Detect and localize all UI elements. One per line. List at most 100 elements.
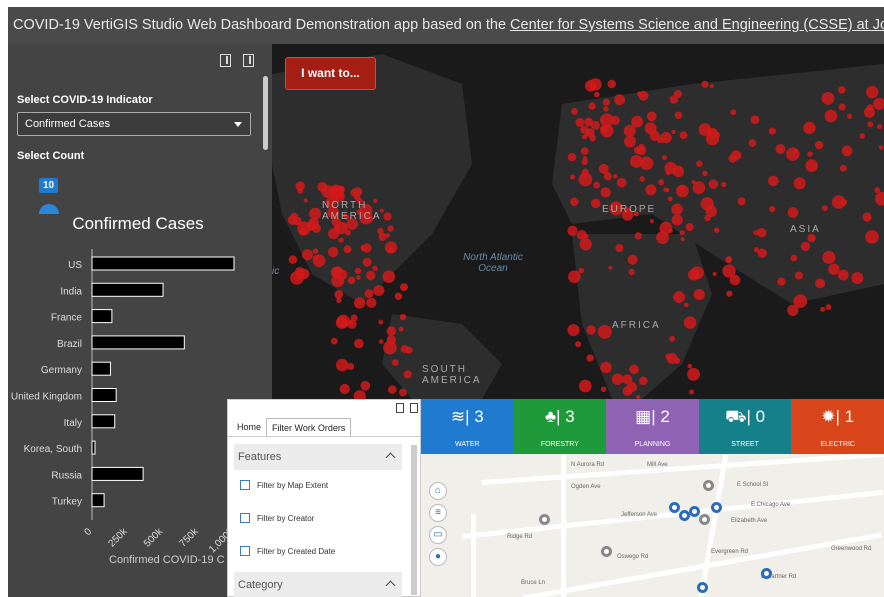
case-marker[interactable] [330, 266, 343, 278]
case-marker[interactable] [353, 297, 366, 309]
case-marker[interactable] [578, 267, 585, 274]
header-link[interactable]: Center for Systems Science and Engineeri… [510, 17, 884, 33]
collapse-icon[interactable] [396, 403, 404, 413]
case-marker[interactable] [878, 145, 884, 150]
case-marker[interactable] [611, 373, 624, 385]
checkbox[interactable] [240, 513, 250, 523]
case-marker[interactable] [669, 335, 676, 342]
case-marker[interactable] [360, 380, 371, 391]
work-order-pin[interactable] [761, 568, 772, 579]
case-marker[interactable] [803, 121, 816, 135]
case-marker[interactable] [644, 122, 657, 135]
case-marker[interactable] [328, 228, 340, 240]
case-marker[interactable] [590, 120, 600, 130]
case-marker[interactable] [360, 244, 368, 252]
case-marker[interactable] [301, 249, 313, 261]
case-marker[interactable] [582, 156, 588, 161]
layers-icon[interactable]: ≡ [429, 504, 447, 522]
case-marker[interactable] [846, 113, 853, 119]
tile-street[interactable]: ⛟| 0 STREET [698, 399, 792, 454]
case-marker[interactable] [570, 174, 576, 180]
case-marker[interactable] [839, 164, 847, 172]
case-marker[interactable] [821, 91, 835, 105]
case-marker[interactable] [671, 203, 683, 216]
case-marker[interactable] [841, 145, 853, 157]
tile-planning[interactable]: ▦| 2 PLANNING [606, 399, 699, 454]
case-marker[interactable] [602, 98, 610, 106]
case-marker[interactable] [312, 254, 326, 267]
case-marker[interactable] [668, 228, 673, 233]
case-marker[interactable] [405, 346, 413, 354]
case-marker[interactable] [329, 184, 343, 199]
case-marker[interactable] [702, 170, 708, 177]
case-marker[interactable] [339, 383, 350, 395]
case-marker[interactable] [399, 313, 407, 321]
case-marker[interactable] [687, 363, 693, 369]
case-marker[interactable] [851, 271, 864, 284]
case-marker[interactable] [336, 297, 342, 303]
case-marker[interactable] [615, 243, 624, 253]
case-marker[interactable] [636, 91, 643, 97]
case-marker[interactable] [386, 335, 397, 345]
case-marker[interactable] [308, 217, 319, 229]
tab-home[interactable]: Home [232, 418, 266, 437]
case-marker[interactable] [709, 84, 714, 89]
case-marker[interactable] [327, 246, 339, 258]
case-marker[interactable] [600, 361, 612, 374]
case-marker[interactable] [387, 225, 394, 232]
case-marker[interactable] [366, 270, 376, 281]
case-marker[interactable] [578, 379, 592, 393]
case-marker[interactable] [662, 155, 667, 161]
case-marker[interactable] [786, 147, 800, 161]
features-accordion[interactable]: Features [234, 444, 402, 470]
case-marker[interactable] [768, 175, 779, 187]
case-marker[interactable] [288, 255, 298, 264]
case-marker[interactable] [676, 184, 689, 198]
case-marker[interactable] [769, 206, 776, 213]
case-marker[interactable] [385, 233, 391, 238]
case-marker[interactable] [821, 205, 828, 212]
case-marker[interactable] [570, 197, 579, 207]
case-marker[interactable] [863, 106, 876, 118]
case-marker[interactable] [399, 388, 407, 397]
case-marker[interactable] [593, 91, 600, 98]
tile-water[interactable]: ≋| 3 WATER [421, 399, 514, 454]
case-marker[interactable] [665, 353, 672, 360]
case-marker[interactable] [867, 121, 874, 128]
checkbox[interactable] [240, 480, 250, 490]
case-marker[interactable] [567, 225, 578, 236]
indicator-select[interactable]: Confirmed Cases [17, 112, 251, 136]
case-marker[interactable] [622, 386, 633, 396]
case-marker[interactable] [753, 229, 759, 236]
case-marker[interactable] [399, 283, 409, 292]
case-marker[interactable] [663, 187, 668, 192]
case-marker[interactable] [866, 85, 879, 99]
case-marker[interactable] [838, 103, 846, 111]
case-marker[interactable] [298, 268, 310, 280]
case-marker[interactable] [600, 124, 614, 138]
case-marker[interactable] [338, 237, 344, 243]
case-marker[interactable] [388, 247, 394, 253]
case-marker[interactable] [627, 254, 638, 265]
case-marker[interactable] [343, 245, 352, 254]
case-marker[interactable] [568, 270, 581, 284]
case-marker[interactable] [372, 265, 378, 272]
case-marker[interactable] [701, 80, 709, 88]
work-order-pin[interactable] [699, 514, 710, 525]
case-marker[interactable] [828, 263, 840, 275]
case-marker[interactable] [683, 316, 697, 329]
case-marker[interactable] [658, 179, 665, 186]
case-marker[interactable] [579, 238, 592, 251]
case-marker[interactable] [787, 207, 799, 218]
case-marker[interactable] [748, 139, 757, 147]
case-marker[interactable] [807, 151, 813, 157]
work-order-pin[interactable] [711, 502, 722, 513]
case-marker[interactable] [354, 338, 364, 349]
case-marker[interactable] [350, 314, 358, 322]
case-marker[interactable] [571, 107, 579, 115]
locate-icon[interactable]: ● [429, 548, 447, 566]
case-marker[interactable] [633, 146, 642, 155]
filter-created-date[interactable]: Filter by Created Date [240, 546, 335, 556]
case-marker[interactable] [859, 133, 866, 139]
case-marker[interactable] [680, 236, 685, 242]
